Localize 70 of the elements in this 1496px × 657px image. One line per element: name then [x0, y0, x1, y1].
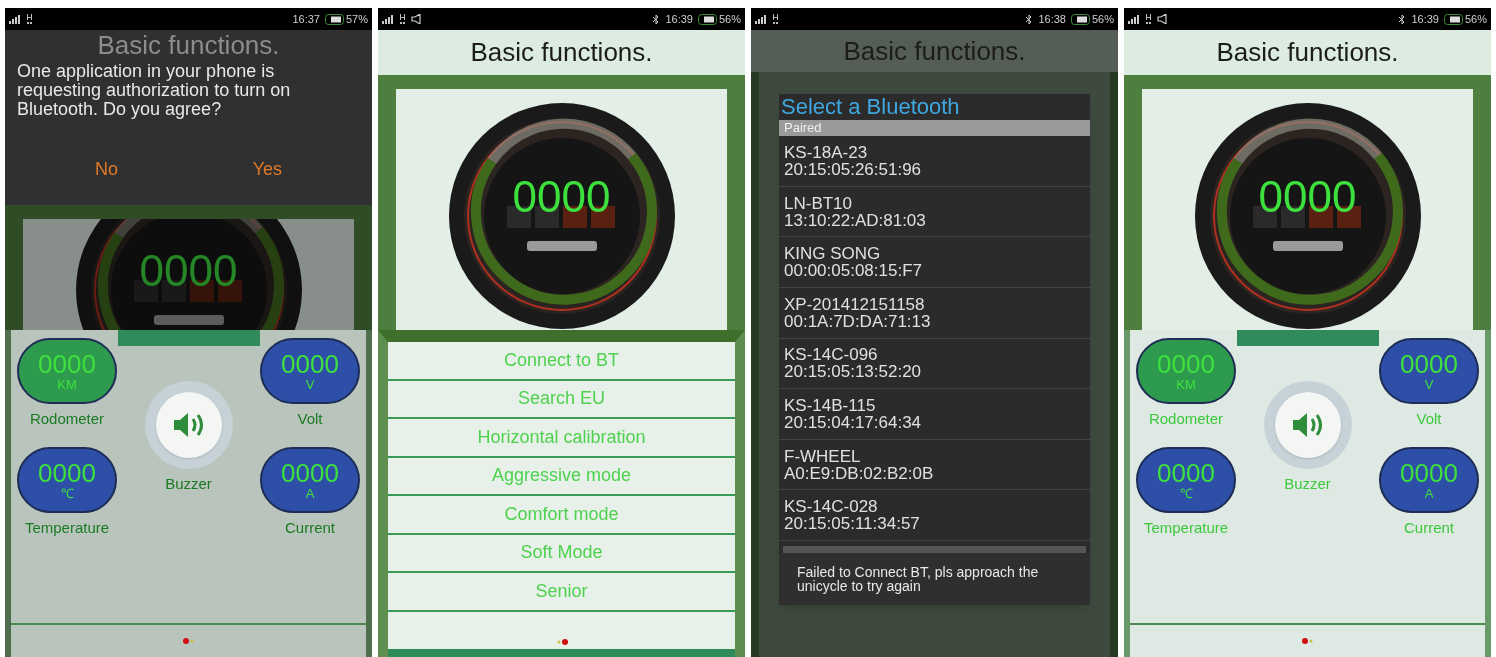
- section-header: Paired: [779, 120, 1090, 137]
- gauge-reading: 0000: [1257, 173, 1358, 221]
- meter-label: Rodometer: [1148, 409, 1224, 429]
- gauge-reading: 0000: [138, 247, 239, 295]
- clock-time: 16:39: [665, 11, 693, 27]
- signal-icon: [755, 14, 767, 24]
- page-indicator-icon: [555, 639, 568, 645]
- meter-label: Current: [1404, 517, 1454, 538]
- signal-icon: [1128, 14, 1140, 24]
- speaker-icon: [171, 411, 206, 440]
- signal-icon: [382, 14, 394, 24]
- clock-time: 16:39: [1411, 11, 1439, 27]
- page-indicator-icon: [182, 638, 195, 644]
- meter-unit: ℃: [60, 486, 74, 501]
- data-icon: [772, 14, 779, 24]
- meter-unit: A: [305, 486, 315, 501]
- screen-title: Basic functions.: [470, 36, 653, 69]
- meter-unit: V: [1424, 378, 1434, 392]
- device-item[interactable]: KS-14B-115 20:15:04:17:64:34: [779, 389, 1090, 440]
- clock-time: 16:38: [1038, 11, 1066, 27]
- screen-title: Basic functions.: [1216, 36, 1399, 69]
- toast-message: Failed to Connect BT, pls approach the unicycle to try again: [779, 553, 1090, 605]
- picker-title: Select a Bluetooth: [780, 94, 961, 121]
- page-indicator-icon: [1301, 638, 1314, 644]
- meter-label: Volt: [297, 409, 323, 429]
- battery-icon: [324, 13, 345, 25]
- meter-value: 0000: [281, 350, 339, 378]
- battery-icon: [697, 13, 718, 25]
- battery-percent: 57%: [345, 11, 368, 27]
- meter-label: Current: [285, 517, 335, 538]
- dialog-button[interactable]: Yes: [240, 156, 294, 183]
- battery-icon: [1443, 13, 1464, 25]
- battery-percent: 56%: [718, 11, 741, 27]
- data-icon: [26, 14, 33, 24]
- signal-icon: [9, 14, 21, 24]
- clock-time: 16:37: [292, 11, 320, 27]
- dialog-message: One application in your phone is requesting authorization to turn on Bluetooth. Do you agree?: [17, 62, 292, 119]
- meter-unit: KM: [1176, 378, 1196, 392]
- meter-value: 0000: [1157, 350, 1215, 378]
- meter-label: Volt: [1416, 409, 1442, 429]
- meter-unit: A: [1424, 486, 1434, 501]
- device-item[interactable]: LN-BT10 13:10:22:AD:81:03: [779, 186, 1090, 238]
- screen-title: Basic functions.: [96, 30, 281, 60]
- battery-icon: [1070, 13, 1091, 25]
- meter-value: 0000: [38, 458, 96, 487]
- data-icon: [399, 14, 406, 24]
- device-item[interactable]: KS-14C-028 20:15:05:11:34:57: [779, 490, 1090, 541]
- device-item[interactable]: KS-18A-23 20:15:05:26:51:96: [779, 136, 1090, 187]
- meter-value: 0000: [38, 350, 96, 378]
- battery-percent: 56%: [1091, 11, 1114, 27]
- device-item[interactable]: F-WHEEL A0:E9:DB:02:B2:0B: [779, 439, 1090, 491]
- gauge-reading: 0000: [511, 173, 612, 221]
- dialog-button[interactable]: No: [83, 156, 130, 183]
- device-item[interactable]: KS-14C-096 20:15:05:13:52:20: [779, 338, 1090, 390]
- meter-label: Temperature: [24, 517, 110, 538]
- meter-unit: KM: [57, 378, 77, 392]
- device-item[interactable]: XP-201412151158 00:1A:7D:DA:71:13: [779, 288, 1090, 339]
- meter-value: 0000: [1157, 458, 1215, 487]
- speaker-icon: [1290, 411, 1325, 440]
- meter-unit: ℃: [1179, 486, 1193, 501]
- meter-unit: V: [305, 378, 315, 392]
- meter-value: 0000: [1400, 350, 1458, 378]
- battery-percent: 56%: [1464, 11, 1487, 27]
- meter-value: 0000: [1400, 458, 1458, 487]
- screen-title: Basic functions.: [843, 34, 1026, 68]
- meter-label: Temperature: [1143, 517, 1229, 538]
- meter-label: Rodometer: [29, 409, 105, 429]
- meter-value: 0000: [281, 458, 339, 487]
- device-item[interactable]: KING SONG 00:00:05:08:15:F7: [779, 237, 1090, 289]
- data-icon: [1145, 14, 1152, 24]
